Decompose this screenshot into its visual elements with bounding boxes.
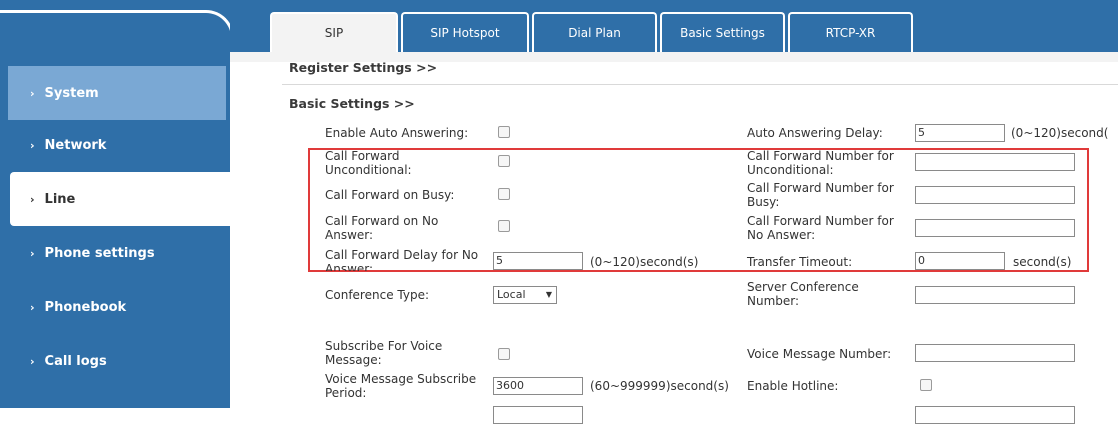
cf-unconditional-label-1: Call Forward — [325, 149, 400, 163]
cf-noanswer-checkbox[interactable] — [498, 220, 510, 232]
basic-settings-section[interactable]: Basic Settings >> — [289, 96, 415, 111]
sidebar-item-call-logs[interactable]: › Call logs — [0, 334, 230, 388]
tab-sip-hotspot[interactable]: SIP Hotspot — [401, 12, 529, 52]
auto-answer-delay-input[interactable]: 5 — [915, 124, 1005, 142]
voice-message-number-input[interactable] — [915, 344, 1075, 362]
auto-answer-checkbox[interactable] — [498, 126, 510, 138]
sidebar-item-system[interactable]: › System — [8, 66, 226, 120]
chevron-right-icon: › — [30, 138, 35, 152]
cf-unconditional-checkbox[interactable] — [498, 155, 510, 167]
conference-type-value: Local — [497, 288, 526, 301]
cf-unconditional-number-label-1: Call Forward Number for — [747, 149, 894, 163]
voice-message-number-label: Voice Message Number: — [747, 347, 892, 361]
cf-busy-number-input[interactable] — [915, 186, 1075, 204]
sidebar-item-label: Call logs — [44, 353, 107, 369]
cf-delay-label-2: Answer: — [325, 263, 374, 271]
auto-answer-label: Enable Auto Answering: — [325, 126, 469, 140]
cf-busy-label: Call Forward on Busy: — [325, 188, 455, 202]
transfer-timeout-input[interactable]: 0 — [915, 252, 1005, 270]
cf-delay-unit: (0~120)second(s) — [590, 255, 699, 269]
tab-row: SIP SIP Hotspot Dial Plan Basic Settings… — [270, 12, 913, 52]
tab-rtcp-xr[interactable]: RTCP-XR — [788, 12, 913, 52]
cf-delay-label-1: Call Forward Delay for No — [325, 248, 479, 262]
next-row-input[interactable] — [493, 406, 583, 424]
sidebar-item-label: Line — [44, 191, 76, 207]
cf-noanswer-label-1: Call Forward on No — [325, 214, 439, 228]
vm-subscribe-period-label-1: Voice Message Subscribe — [325, 372, 477, 386]
sidebar-item-label: Phone settings — [44, 245, 155, 261]
chevron-right-icon: › — [30, 246, 35, 260]
cf-busy-checkbox[interactable] — [498, 188, 510, 200]
subscribe-voice-checkbox[interactable] — [498, 348, 510, 360]
server-conference-label-2: Number: — [747, 294, 800, 308]
main-content: Register Settings >> Basic Settings >> E… — [230, 60, 1118, 424]
dropdown-arrow-icon: ▼ — [545, 290, 552, 299]
tab-basic-settings[interactable]: Basic Settings — [660, 12, 785, 52]
auto-answer-delay-label: Auto Answering Delay: — [747, 126, 883, 140]
cf-noanswer-number-label-1: Call Forward Number for — [747, 214, 894, 228]
enable-hotline-checkbox[interactable] — [920, 379, 932, 391]
transfer-timeout-label: Transfer Timeout: — [747, 255, 853, 269]
cf-unconditional-label-2: Unconditional: — [325, 163, 412, 177]
sidebar-header — [0, 10, 234, 64]
subscribe-voice-label-2: Message: — [325, 353, 382, 367]
sidebar-item-label: System — [44, 85, 99, 101]
cf-unconditional-number-label-2: Unconditional: — [747, 163, 834, 177]
tab-sip[interactable]: SIP — [270, 12, 398, 52]
next-row-input-right[interactable] — [915, 406, 1075, 424]
cf-delay-input[interactable]: 5 — [493, 252, 583, 270]
enable-hotline-label: Enable Hotline: — [747, 379, 839, 393]
chevron-right-icon: › — [30, 86, 35, 100]
cf-unconditional-number-input[interactable] — [915, 153, 1075, 171]
subscribe-voice-label-1: Subscribe For Voice — [325, 339, 443, 353]
cf-busy-number-label-2: Busy: — [747, 195, 780, 209]
server-conference-input[interactable] — [915, 286, 1075, 304]
cf-noanswer-number-label-2: No Answer: — [747, 228, 816, 242]
sidebar-item-phonebook[interactable]: › Phonebook — [0, 280, 230, 334]
chevron-right-icon: › — [30, 300, 35, 314]
sidebar-item-line[interactable]: › Line — [10, 172, 230, 226]
sidebar-item-phone-settings[interactable]: › Phone settings — [0, 226, 230, 280]
tab-dial-plan[interactable]: Dial Plan — [532, 12, 657, 52]
cf-noanswer-number-input[interactable] — [915, 219, 1075, 237]
chevron-right-icon: › — [30, 354, 35, 368]
vm-subscribe-period-unit: (60~999999)second(s) — [590, 379, 729, 393]
vm-subscribe-period-label-2: Period: — [325, 386, 367, 400]
sidebar-item-label: Network — [44, 137, 107, 153]
sidebar-item-network[interactable]: › Network — [0, 118, 230, 172]
server-conference-label-1: Server Conference — [747, 280, 859, 294]
chevron-right-icon: › — [30, 192, 35, 206]
conference-type-label: Conference Type: — [325, 288, 429, 302]
divider — [282, 84, 1118, 85]
cf-noanswer-label-2: Answer: — [325, 228, 374, 242]
sidebar-item-label: Phonebook — [44, 299, 127, 315]
cf-busy-number-label-1: Call Forward Number for — [747, 181, 894, 195]
auto-answer-delay-unit: (0~120)second( — [1011, 127, 1109, 140]
conference-type-select[interactable]: Local ▼ — [493, 286, 557, 304]
register-settings-section[interactable]: Register Settings >> — [289, 60, 437, 75]
transfer-timeout-unit: second(s) — [1013, 255, 1072, 269]
vm-subscribe-period-input[interactable]: 3600 — [493, 377, 583, 395]
